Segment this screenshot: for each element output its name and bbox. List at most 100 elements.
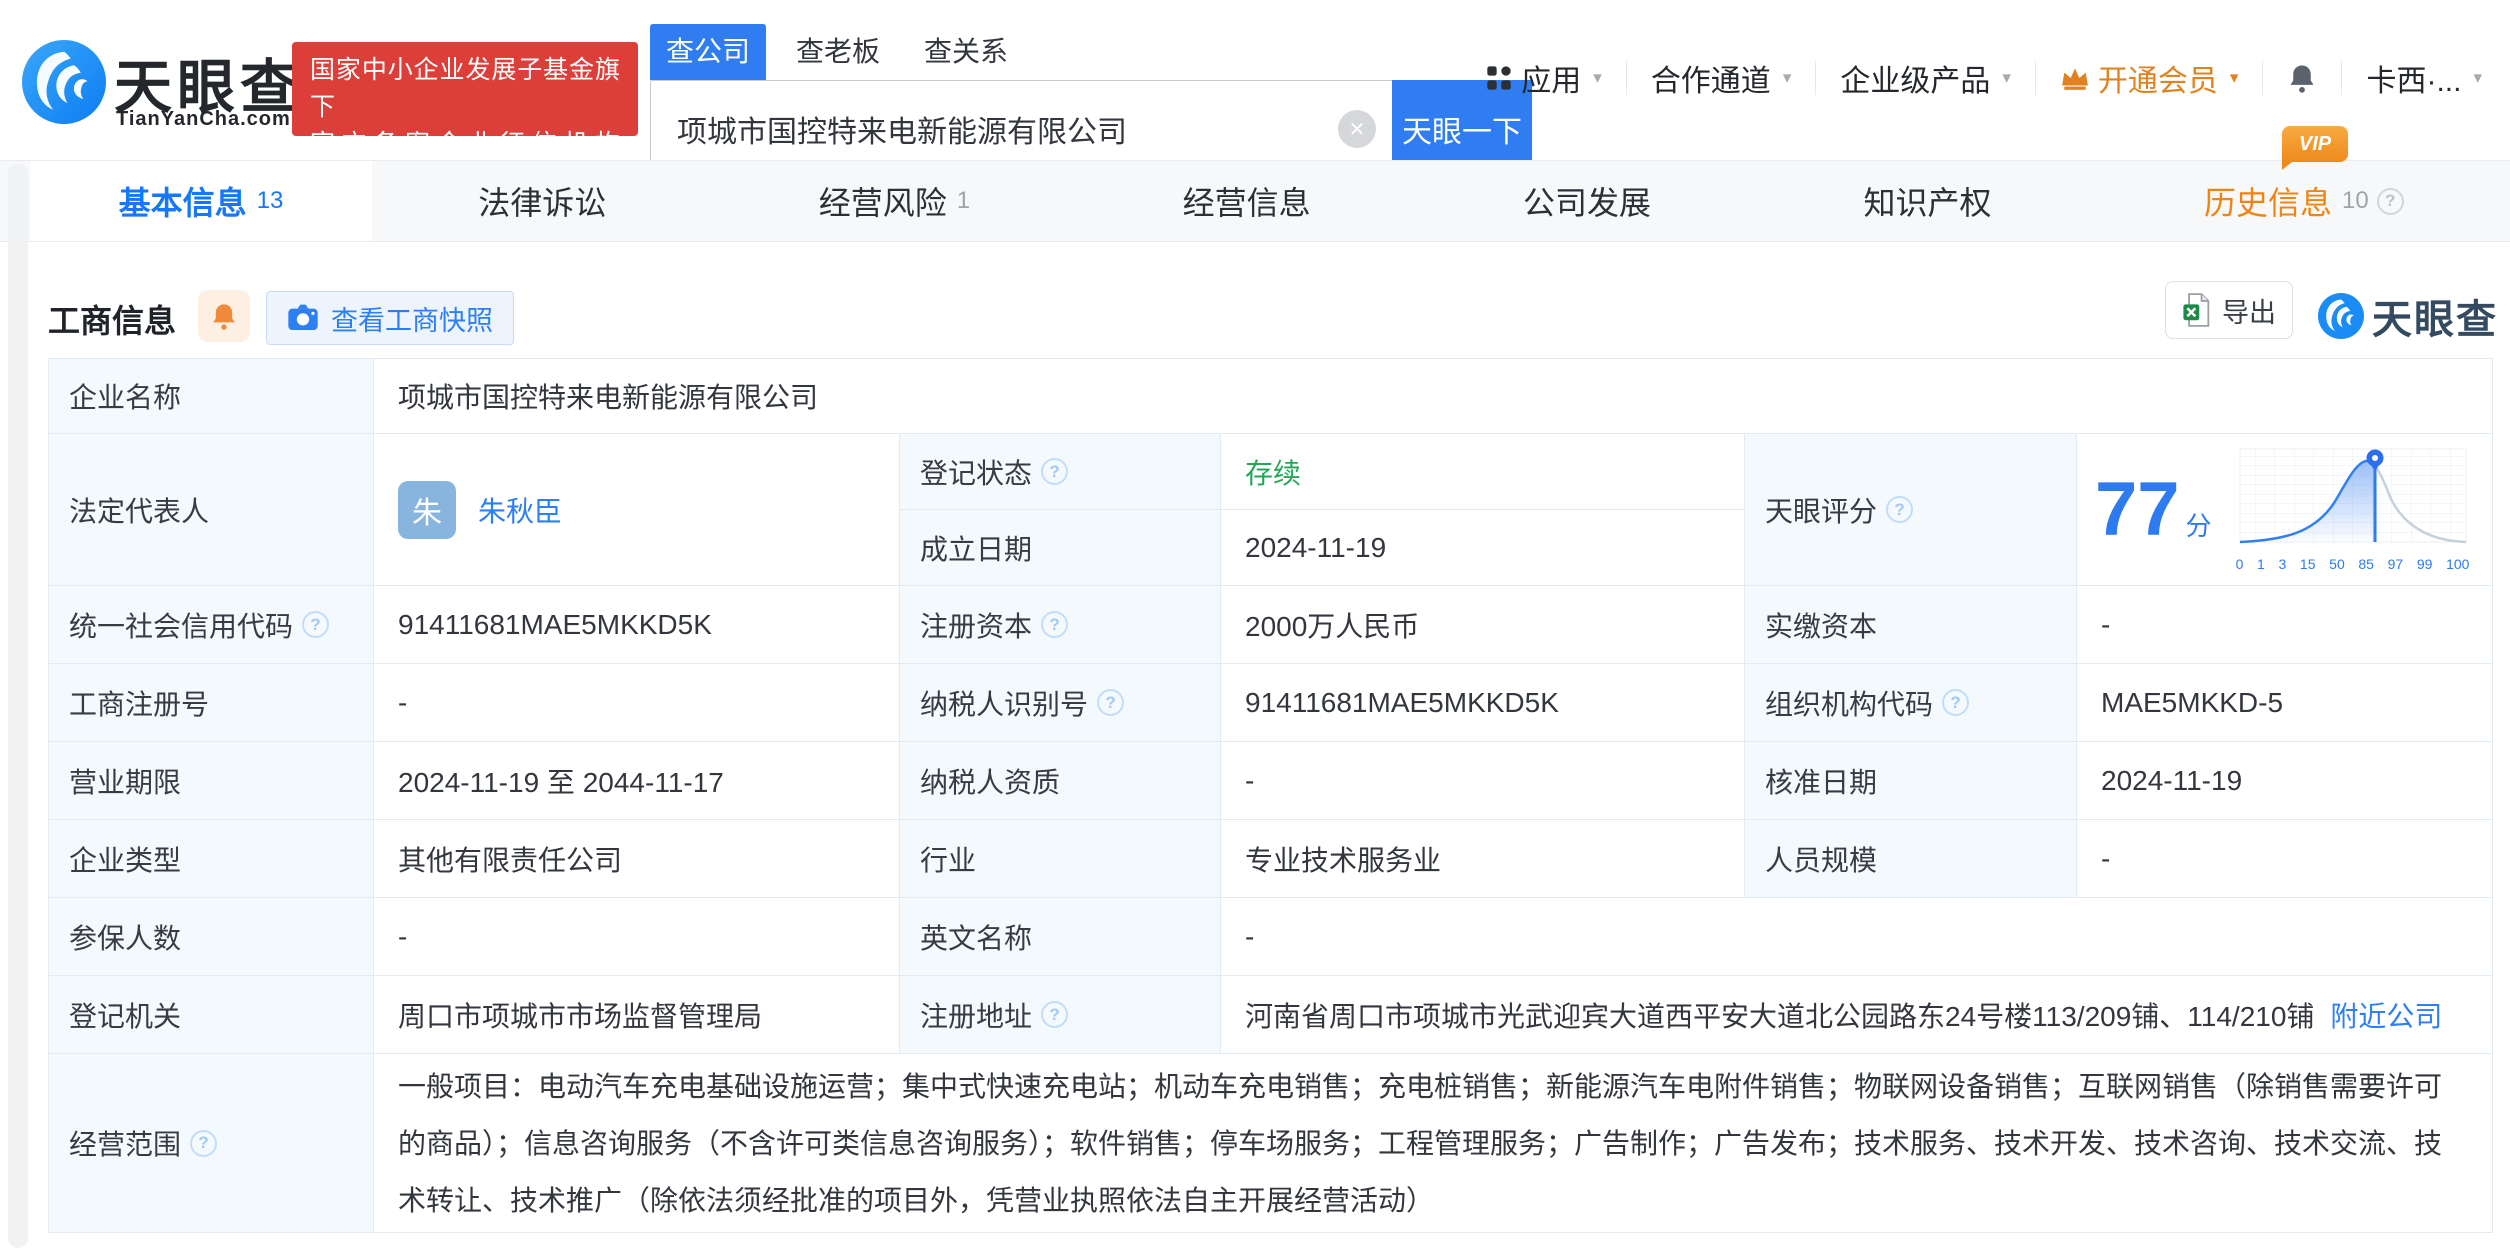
watermark-logo: 天眼查 — [2318, 287, 2498, 345]
legal-rep-link[interactable]: 朱秋臣 — [478, 490, 562, 530]
tab-basic-info[interactable]: 基本信息 13 — [30, 161, 372, 241]
field-label-reg-no: 工商注册号 — [49, 664, 373, 741]
tab-history-label: 历史信息 — [2204, 178, 2332, 224]
field-label-term: 营业期限 — [49, 742, 373, 819]
tianyancha-company-page: 天眼查 TianYanCha.com 国家中小企业发展子基金旗下 官方备案企业征… — [0, 0, 2510, 1248]
search-tab-relation[interactable]: 查关系 — [924, 24, 1008, 80]
tab-risk-count: 1 — [957, 187, 970, 215]
export-button[interactable]: 导出 — [2165, 281, 2293, 339]
help-icon[interactable]: ? — [1041, 458, 1068, 485]
field-label-industry: 行业 — [900, 820, 1220, 897]
tab-operating[interactable]: 经营信息 — [1183, 178, 1311, 224]
field-label-org-code: 组织机构代码 ? — [1745, 664, 2076, 741]
subscribe-bell-button[interactable] — [198, 290, 250, 342]
clear-icon[interactable]: ✕ — [1338, 110, 1376, 148]
axis-tick: 0 — [2236, 556, 2244, 572]
field-value-paid-capital: - — [2077, 586, 2492, 663]
watermark-text: 天眼查 — [2372, 287, 2498, 345]
snapshot-button-label: 查看工商快照 — [331, 299, 493, 338]
field-value-english-name: - — [1221, 898, 2492, 975]
field-label-legal-rep: 法定代表人 — [49, 434, 373, 585]
help-icon[interactable]: ? — [1041, 611, 1068, 638]
tianyancha-logo-icon — [2318, 293, 2364, 339]
field-value-reg-no: - — [374, 664, 899, 741]
nav-vip-label: 开通会员 — [2098, 56, 2218, 100]
axis-tick: 3 — [2278, 556, 2286, 572]
tab-ip[interactable]: 知识产权 — [1864, 178, 1992, 224]
field-value-authority: 周口市项城市市场监督管理局 — [374, 976, 899, 1053]
search-tabs: 查公司 查老板 查关系 — [650, 22, 1532, 80]
divider — [2262, 61, 2263, 95]
help-icon[interactable]: ? — [1886, 496, 1913, 523]
field-value-address: 河南省周口市项城市光武迎宾大道西平安大道北公园路东24号楼113/209铺、11… — [1221, 976, 2492, 1053]
chevron-down-icon: ▾ — [2002, 68, 2011, 88]
field-label-tax-id: 纳税人识别号 ? — [900, 664, 1220, 741]
left-scrollbar[interactable] — [8, 164, 28, 1248]
nav-partner-label: 合作通道 — [1651, 56, 1771, 100]
top-nav: 应用 ▾ 合作通道 ▾ 企业级产品 ▾ 开通会员 ▾ — [1485, 48, 2482, 108]
tab-history[interactable]: VIP 历史信息 10 ? — [2204, 178, 2404, 224]
help-icon[interactable]: ? — [1942, 689, 1969, 716]
tab-list: 法律诉讼 经营风险 1 经营信息 公司发展 知识产权 VIP 历史信息 10 ? — [372, 161, 2510, 241]
field-value-insured: - — [374, 898, 899, 975]
business-info-table: 企业名称 项城市国控特来电新能源有限公司 法定代表人 朱 朱秋臣 登记状态 ? … — [48, 358, 2493, 1233]
camera-icon — [287, 304, 319, 332]
tab-risk-label: 经营风险 — [819, 178, 947, 224]
field-label-established: 成立日期 — [900, 510, 1220, 585]
field-value-established: 2024-11-19 — [1221, 510, 1744, 585]
search-tab-boss[interactable]: 查老板 — [796, 24, 880, 80]
nearby-companies-link[interactable]: 附近公司 — [2330, 995, 2442, 1035]
axis-tick: 100 — [2446, 556, 2469, 572]
tab-legal[interactable]: 法律诉讼 — [478, 178, 606, 224]
field-label-company-name: 企业名称 — [49, 359, 373, 433]
snapshot-button[interactable]: 查看工商快照 — [266, 291, 514, 345]
field-label-tax-qual: 纳税人资质 — [900, 742, 1220, 819]
user-name: 卡西·... — [2366, 56, 2461, 100]
field-value-tax-id: 91411681MAE5MKKD5K — [1221, 664, 1744, 741]
bell-icon — [210, 302, 238, 330]
field-label-staff-size: 人员规模 — [1745, 820, 2076, 897]
grid-icon — [1485, 64, 1513, 92]
bell-icon — [2287, 63, 2317, 93]
score-distribution-chart: 0 1 3 15 50 85 97 99 100 — [2236, 447, 2470, 572]
tab-development[interactable]: 公司发展 — [1523, 178, 1651, 224]
tab-ip-label: 知识产权 — [1864, 178, 1992, 224]
field-value-score[interactable]: 77 分 — [2077, 434, 2492, 585]
field-value-reg-capital: 2000万人民币 — [1221, 586, 1744, 663]
field-value-approved: 2024-11-19 — [2077, 742, 2492, 819]
nav-enterprise[interactable]: 企业级产品 ▾ — [1840, 56, 2011, 100]
certification-badge: 国家中小企业发展子基金旗下 官方备案企业征信机构 — [292, 42, 638, 136]
help-icon[interactable]: ? — [302, 611, 329, 638]
divider — [1815, 61, 1816, 95]
tab-risk[interactable]: 经营风险 1 — [819, 178, 970, 224]
field-label-insured: 参保人数 — [49, 898, 373, 975]
axis-tick: 50 — [2329, 556, 2345, 572]
nav-partner[interactable]: 合作通道 ▾ — [1651, 56, 1792, 100]
help-icon[interactable]: ? — [190, 1130, 217, 1157]
user-menu[interactable]: 卡西·... ▾ — [2366, 56, 2482, 100]
nav-enterprise-label: 企业级产品 — [1840, 56, 1990, 100]
chevron-down-icon: ▾ — [2230, 68, 2239, 88]
avatar[interactable]: 朱 — [398, 481, 456, 539]
header: 天眼查 TianYanCha.com 国家中小企业发展子基金旗下 官方备案企业征… — [0, 0, 2510, 160]
nav-apps[interactable]: 应用 ▾ — [1485, 56, 1602, 100]
crown-icon — [2060, 65, 2090, 91]
help-icon[interactable]: ? — [1097, 689, 1124, 716]
axis-tick: 85 — [2358, 556, 2374, 572]
score-curve — [2236, 447, 2470, 547]
tab-history-count: 10 — [2342, 187, 2369, 215]
chevron-down-icon: ▾ — [1783, 68, 1792, 88]
notification-bell[interactable] — [2287, 63, 2317, 93]
help-icon[interactable]: ? — [2377, 188, 2404, 215]
field-label-company-type: 企业类型 — [49, 820, 373, 897]
section-title: 工商信息 — [48, 296, 176, 342]
field-value-staff-size: - — [2077, 820, 2492, 897]
tab-basic-count: 13 — [257, 187, 284, 215]
help-icon[interactable]: ? — [1041, 1001, 1068, 1028]
search-tab-company[interactable]: 查公司 — [650, 24, 766, 80]
tab-basic-label: 基本信息 — [119, 178, 247, 224]
tianyancha-logo-icon[interactable] — [22, 40, 106, 124]
score-value: 77 — [2095, 472, 2180, 548]
nav-vip[interactable]: 开通会员 ▾ — [2060, 56, 2239, 100]
field-value-legal-rep: 朱 朱秋臣 — [374, 434, 899, 585]
